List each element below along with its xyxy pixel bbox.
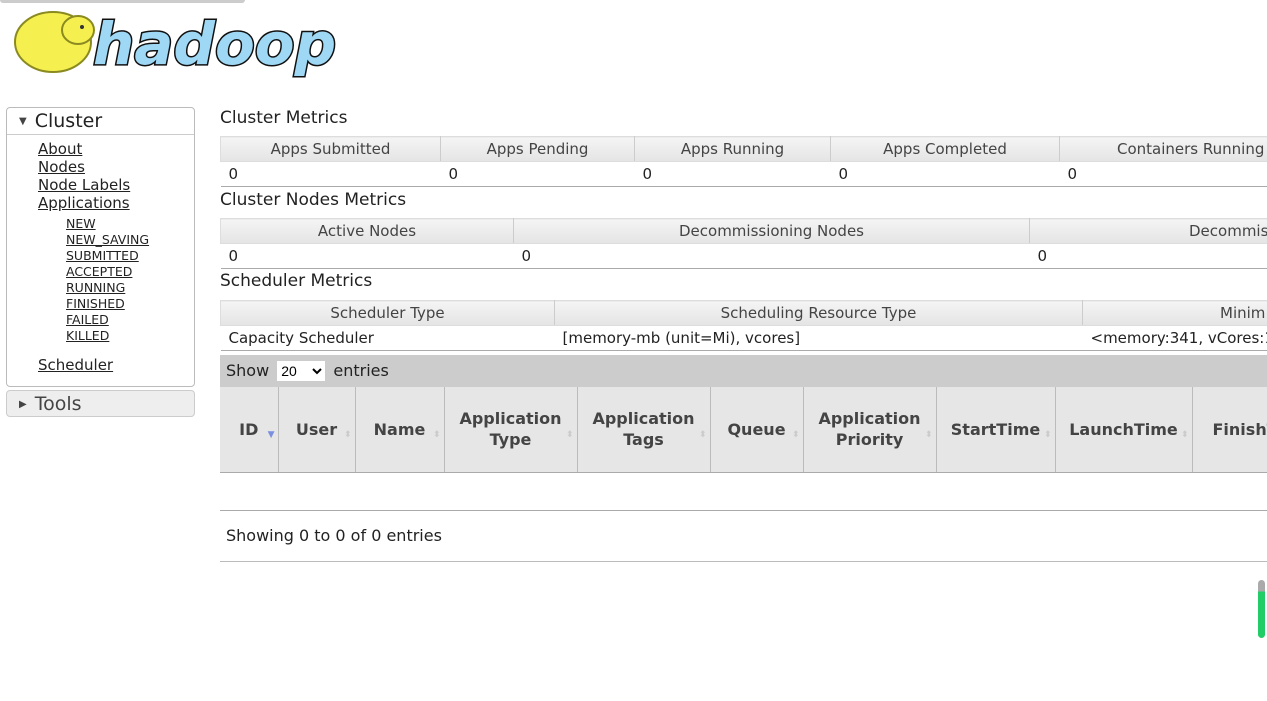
link-node-labels[interactable]: Node Labels — [38, 176, 194, 194]
containers-running-value: 0 — [1059, 161, 1267, 187]
sort-icon: ⬍ — [924, 430, 933, 440]
show-label: Show — [226, 361, 270, 380]
link-state-new-saving[interactable]: NEW_SAVING — [66, 232, 194, 248]
th-starttime[interactable]: StartTime ⬍ — [936, 387, 1056, 473]
th-containers-running: Containers Running — [1059, 136, 1267, 162]
empty-row — [220, 473, 1267, 511]
sort-icon: ⬍ — [432, 430, 441, 440]
cluster-metrics-title: Cluster Metrics — [220, 108, 348, 128]
scheduler-metrics-table: Scheduler Type Scheduling Resource Type … — [220, 300, 1267, 351]
cluster-toggle[interactable]: ▼ Cluster — [7, 108, 194, 135]
th-minimum-allocation: Minim — [1082, 300, 1267, 326]
decommissioned-nodes-link[interactable]: 0 — [1038, 247, 1048, 265]
link-state-new[interactable]: NEW — [66, 216, 194, 232]
link-state-killed[interactable]: KILLED — [66, 328, 194, 344]
tools-toggle[interactable]: ▶ Tools — [6, 390, 195, 417]
triangle-right-icon: ▶ — [19, 398, 27, 410]
main-content: Cluster Metrics Apps Submitted Apps Pend… — [220, 0, 1267, 701]
link-about[interactable]: About — [38, 140, 194, 158]
sort-icon: ⬍ — [343, 430, 352, 440]
resource-type-value: [memory-mb (unit=Mi), vcores] — [554, 325, 1083, 351]
node-metrics-table: Active Nodes Decommissioning Nodes Decom… — [220, 218, 1267, 269]
page-length-bar: Show 20 entries — [220, 355, 1267, 387]
node-metrics-title: Cluster Nodes Metrics — [220, 190, 407, 210]
triangle-down-icon: ▼ — [19, 116, 27, 127]
th-scheduling-resource-type: Scheduling Resource Type — [554, 300, 1083, 326]
sort-desc-icon: ▼ — [267, 430, 275, 440]
th-apps-completed: Apps Completed — [830, 136, 1060, 162]
th-application-tags[interactable]: Application Tags ⬍ — [577, 387, 711, 473]
th-application-priority[interactable]: Application Priority ⬍ — [803, 387, 937, 473]
table-info: Showing 0 to 0 of 0 entries — [226, 525, 442, 545]
link-applications[interactable]: Applications — [38, 194, 194, 212]
sidebar-cluster: ▼ Cluster About Nodes Node Labels Applica… — [6, 107, 195, 387]
sort-icon: ⬍ — [791, 430, 800, 440]
scheduler-metrics-title: Scheduler Metrics — [220, 271, 373, 291]
th-application-type[interactable]: Application Type ⬍ — [444, 387, 578, 473]
decommissioning-nodes-link[interactable]: 0 — [522, 247, 532, 265]
link-state-failed[interactable]: FAILED — [66, 312, 194, 328]
active-nodes-link[interactable]: 0 — [229, 247, 239, 265]
scheduler-type-value: Capacity Scheduler — [220, 325, 555, 351]
th-id[interactable]: ID ▼ — [220, 387, 279, 473]
scrollbar[interactable] — [1258, 580, 1265, 638]
th-apps-pending: Apps Pending — [440, 136, 635, 162]
sort-icon: ⬍ — [698, 430, 707, 440]
link-state-running[interactable]: RUNNING — [66, 280, 194, 296]
apps-completed-value: 0 — [830, 161, 1060, 187]
link-scheduler[interactable]: Scheduler — [38, 356, 194, 374]
apps-pending-value: 0 — [440, 161, 635, 187]
th-queue[interactable]: Queue ⬍ — [710, 387, 804, 473]
minimum-allocation-value: <memory:341, vCores:1 — [1082, 325, 1267, 351]
link-nodes[interactable]: Nodes — [38, 158, 194, 176]
applications-table-wrapper: Show 20 entries ID ▼ User ⬍ Name ⬍ Applicat… — [220, 355, 1267, 562]
th-finishtime[interactable]: FinishT — [1192, 387, 1267, 473]
th-name[interactable]: Name ⬍ — [355, 387, 445, 473]
th-decommissioning-nodes: Decommissioning Nodes — [513, 218, 1030, 244]
link-state-accepted[interactable]: ACCEPTED — [66, 264, 194, 280]
cluster-metrics-table: Apps Submitted Apps Pending Apps Running… — [220, 136, 1267, 187]
applications-table: ID ▼ User ⬍ Name ⬍ Application Type ⬍ Applic… — [220, 387, 1267, 473]
sort-icon: ⬍ — [1180, 430, 1189, 440]
th-active-nodes: Active Nodes — [220, 218, 514, 244]
th-launchtime[interactable]: LaunchTime ⬍ — [1055, 387, 1193, 473]
apps-submitted-value: 0 — [220, 161, 441, 187]
cluster-label: Cluster — [34, 110, 103, 132]
apps-running-value: 0 — [634, 161, 831, 187]
th-scheduler-type: Scheduler Type — [220, 300, 555, 326]
tools-label: Tools — [34, 393, 82, 415]
entries-label: entries — [333, 361, 389, 380]
sort-icon: ⬍ — [565, 430, 574, 440]
link-state-finished[interactable]: FINISHED — [66, 296, 194, 312]
th-apps-running: Apps Running — [634, 136, 831, 162]
page-size-select[interactable]: 20 — [277, 361, 326, 381]
sort-icon: ⬍ — [1043, 430, 1052, 440]
th-user[interactable]: User ⬍ — [278, 387, 356, 473]
link-state-submitted[interactable]: SUBMITTED — [66, 248, 194, 264]
th-decommissioned-nodes: Decommis — [1029, 218, 1267, 244]
th-apps-submitted: Apps Submitted — [220, 136, 441, 162]
